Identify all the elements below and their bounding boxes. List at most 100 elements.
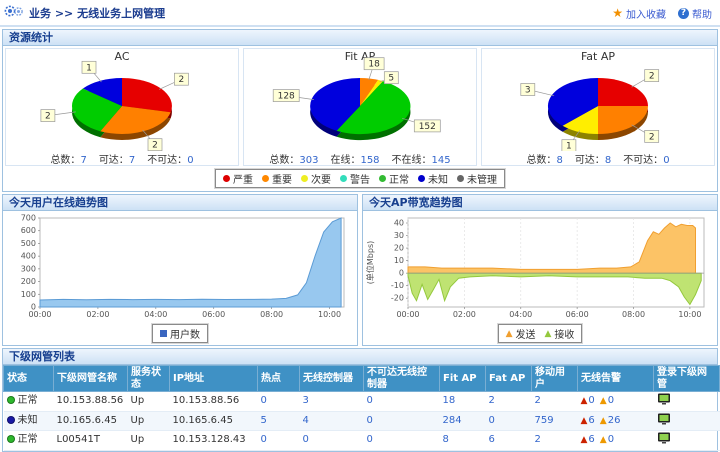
legend-dot — [262, 175, 269, 182]
svg-text:300: 300 — [21, 264, 36, 273]
user-online-trend-title: 今天用户在线趋势图 — [3, 195, 357, 211]
status-dot-icon — [7, 416, 15, 424]
login-nms-icon[interactable] — [657, 436, 671, 447]
login-nms-icon[interactable] — [657, 397, 671, 408]
help-link[interactable]: ? 帮助 — [678, 6, 712, 21]
column-header: 不可达无线控制器 — [364, 366, 440, 392]
breadcrumb[interactable]: 业务 >> 无线业务上网管理 — [29, 5, 165, 21]
svg-text:02:00: 02:00 — [453, 310, 476, 319]
svg-text:00:00: 00:00 — [396, 310, 419, 319]
svg-text:08:00: 08:00 — [622, 310, 645, 319]
major-alarm-icon: ▲ — [600, 416, 607, 426]
mobile-user-count-cell[interactable]: 2 — [532, 431, 578, 451]
column-header: 状态 — [4, 366, 54, 392]
svg-text:10:00: 10:00 — [318, 310, 341, 319]
unreachable-ac-count-cell[interactable]: 0 — [364, 431, 440, 451]
legend-item: 用户数 — [160, 326, 200, 341]
critical-alarm-icon: ▲ — [581, 435, 588, 445]
svg-text:2: 2 — [649, 72, 655, 82]
column-header: 服务状态 — [128, 366, 170, 392]
subordinate-nms-table: 状态下级网管名称服务状态IP地址热点无线控制器不可达无线控制器Fit APFat… — [3, 365, 720, 451]
ap-bandwidth-trend-panel: 今天AP带宽趋势图 -20-1001020304000:0002:0004:00… — [362, 194, 718, 346]
fat-ap-count-cell[interactable]: 6 — [486, 431, 532, 451]
nms-name-cell[interactable]: L00541T — [54, 431, 128, 451]
ip-address-cell: 10.153.128.43 — [170, 431, 258, 451]
svg-text:3: 3 — [525, 86, 531, 96]
svg-text:2: 2 — [649, 132, 655, 142]
hotspot-count-cell[interactable]: 0 — [258, 392, 300, 412]
svg-text:2: 2 — [45, 112, 51, 122]
legend-marker: ▲ — [545, 329, 552, 339]
fit-ap-count-cell[interactable]: 18 — [440, 392, 486, 412]
mobile-user-count-cell[interactable]: 2 — [532, 392, 578, 412]
add-favorite-link[interactable]: ★ 加入收藏 — [612, 6, 666, 21]
pie-summary: 总数：7可达：7不可达：0 — [6, 151, 238, 165]
svg-text:04:00: 04:00 — [509, 310, 532, 319]
critical-alarm-icon: ▲ — [581, 416, 588, 426]
legend-dot — [379, 175, 386, 182]
fat-ap-count-cell[interactable]: 2 — [486, 392, 532, 412]
pie-chart-fit-ap: Fit AP185152128总数：303在线：158不在线：145 — [243, 48, 477, 166]
svg-text:2: 2 — [152, 141, 158, 151]
svg-text:(单位Mbps): (单位Mbps) — [365, 241, 375, 284]
bandwidth-legend: ▲发送▲接收 — [498, 324, 583, 343]
legend-item: 警告 — [340, 171, 370, 186]
wireless-alarm-cell[interactable]: ▲0▲0 — [578, 392, 654, 412]
legend-item: ▲接收 — [545, 326, 575, 341]
column-header: 无线告警 — [578, 366, 654, 392]
user-online-trend-panel: 今天用户在线趋势图 010020030040050060070000:0002:… — [2, 194, 358, 346]
ap-bandwidth-trend-chart: -20-1001020304000:0002:0004:0006:0008:00… — [364, 212, 716, 324]
fit-ap-count-cell[interactable]: 8 — [440, 431, 486, 451]
resource-statistics-title: 资源统计 — [3, 30, 717, 46]
legend-item: 未知 — [418, 171, 448, 186]
legend-dot — [223, 175, 230, 182]
login-nms-cell — [654, 431, 720, 451]
help-icon: ? — [678, 8, 689, 19]
legend-marker — [160, 330, 167, 337]
legend-dot — [418, 175, 425, 182]
column-header: 无线控制器 — [300, 366, 364, 392]
legend-dot — [457, 175, 464, 182]
column-header: IP地址 — [170, 366, 258, 392]
help-label: 帮助 — [692, 6, 712, 21]
pie-chart-ac: AC2221总数：7可达：7不可达：0 — [5, 48, 239, 166]
svg-text:-10: -10 — [391, 281, 404, 290]
status-dot-icon — [7, 396, 15, 404]
legend-item: 严重 — [223, 171, 253, 186]
user-online-trend-chart: 010020030040050060070000:0002:0004:0006:… — [4, 212, 356, 324]
svg-text:1: 1 — [86, 63, 92, 73]
star-icon: ★ — [612, 8, 623, 18]
wireless-alarm-cell[interactable]: ▲6▲0 — [578, 431, 654, 451]
table-row: 正常L00541TUp10.153.128.43000862▲6▲0 — [4, 431, 720, 451]
column-header: Fat AP — [486, 366, 532, 392]
svg-text:100: 100 — [21, 290, 36, 299]
column-header: 移动用户 — [532, 366, 578, 392]
legend-item: 次要 — [301, 171, 331, 186]
svg-text:08:00: 08:00 — [260, 310, 283, 319]
login-nms-icon[interactable] — [657, 417, 671, 428]
svg-text:40: 40 — [394, 219, 404, 228]
svg-text:02:00: 02:00 — [86, 310, 109, 319]
svg-text:128: 128 — [278, 92, 295, 102]
hotspot-count-cell[interactable]: 0 — [258, 431, 300, 451]
svg-text:10: 10 — [394, 256, 404, 265]
status-legend: 严重重要次要警告正常未知未管理 — [215, 169, 505, 188]
nms-name-cell[interactable]: 10.153.88.56 — [54, 392, 128, 412]
subordinate-nms-panel: 下级网管列表 状态下级网管名称服务状态IP地址热点无线控制器不可达无线控制器Fi… — [2, 348, 718, 452]
resource-statistics-panel: 资源统计 AC2221总数：7可达：7不可达：0Fit AP185152128总… — [2, 29, 718, 192]
legend-dot — [340, 175, 347, 182]
svg-text:5: 5 — [388, 74, 394, 84]
status-cell: 正常 — [4, 431, 54, 451]
top-navigation-bar: 业务 >> 无线业务上网管理 ★ 加入收藏 ? 帮助 — [0, 0, 720, 27]
svg-text:500: 500 — [21, 239, 36, 248]
unreachable-ac-count-cell[interactable]: 0 — [364, 392, 440, 412]
svg-text:06:00: 06:00 — [566, 310, 589, 319]
svg-text:700: 700 — [21, 214, 36, 223]
app-logo-icon — [4, 4, 24, 22]
ac-count-cell[interactable]: 0 — [300, 431, 364, 451]
svg-text:20: 20 — [394, 244, 404, 253]
trend-charts-row: 今天用户在线趋势图 010020030040050060070000:0002:… — [0, 192, 720, 346]
status-dot-icon — [7, 435, 15, 443]
login-nms-cell — [654, 392, 720, 412]
ac-count-cell[interactable]: 3 — [300, 392, 364, 412]
